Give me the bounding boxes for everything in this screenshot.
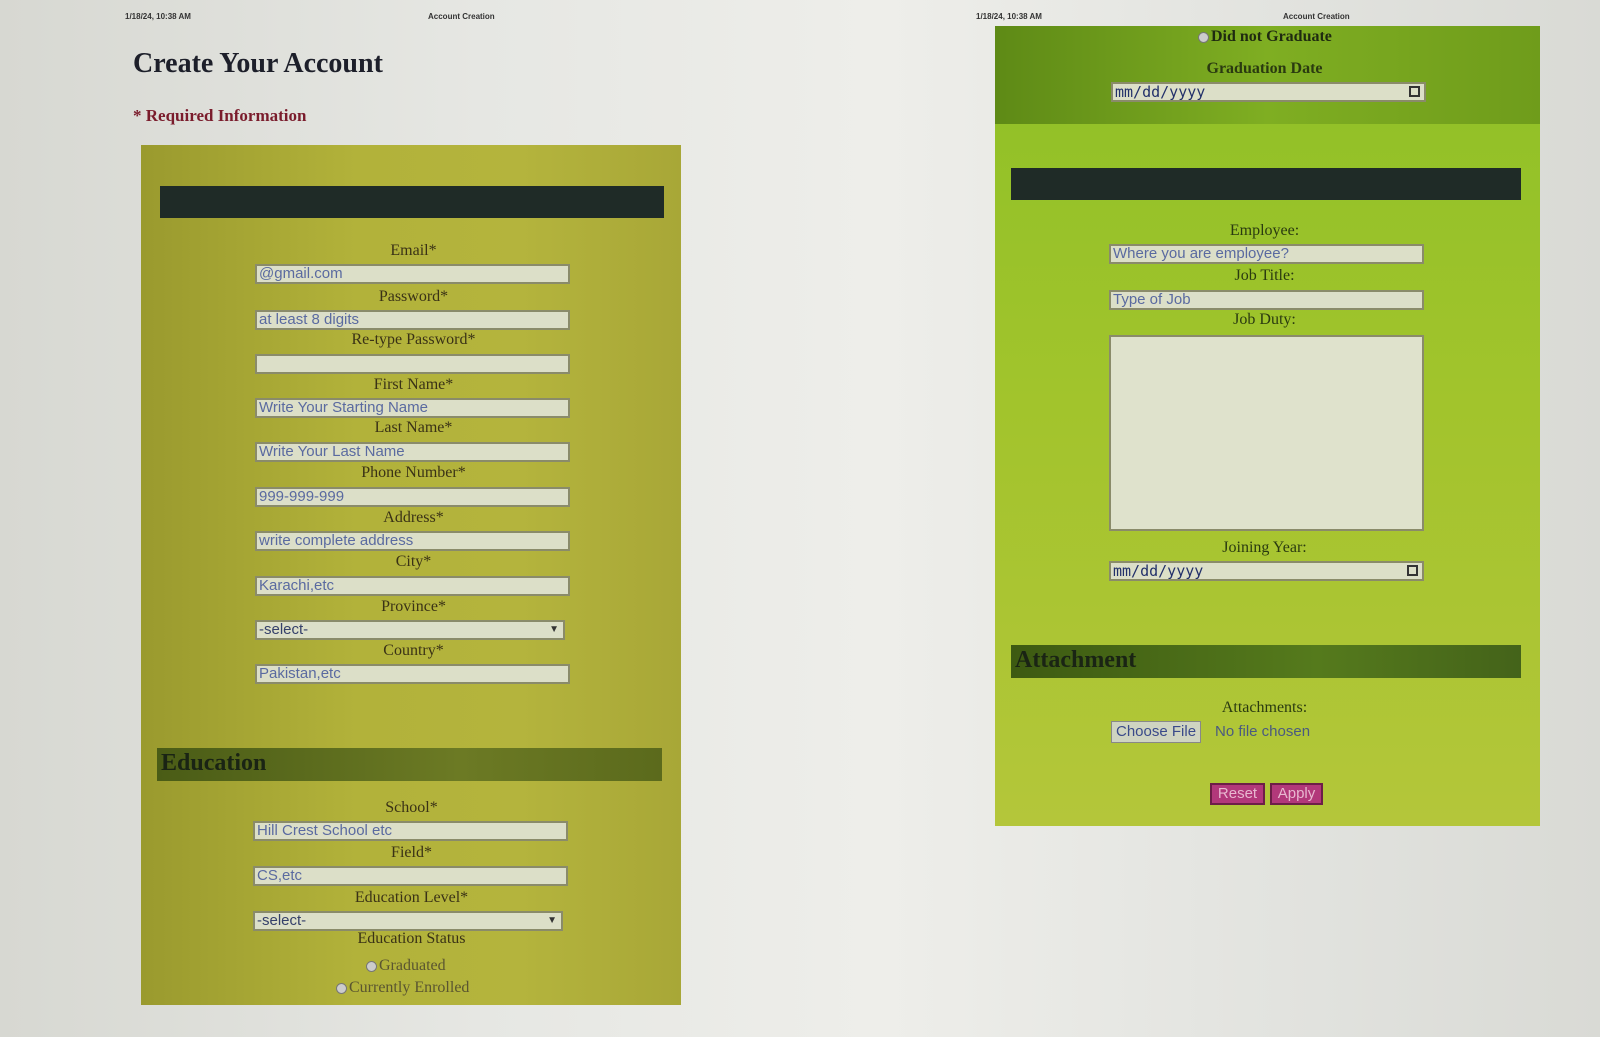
account-form-panel: Email* @gmail.com Password* at least 8 d… — [141, 145, 681, 1005]
school-label: School* — [385, 799, 438, 816]
education-section-bar: Education — [157, 748, 662, 781]
job-title-label: Job Title: — [1234, 267, 1295, 284]
education-level-label: Education Level* — [354, 889, 469, 906]
education-status-label: Education Status — [357, 930, 466, 947]
radio-circle-icon[interactable] — [1198, 31, 1209, 43]
country-label: Country* — [383, 642, 444, 659]
education-title: Education — [161, 750, 267, 776]
attachment-title: Attachment — [1015, 647, 1137, 673]
graduation-date-label: Graduation Date — [1206, 60, 1323, 77]
first-name-label: First Name* — [373, 376, 454, 393]
employment-header-bar — [1011, 168, 1521, 200]
print-title-right: Account Creation — [1283, 12, 1350, 21]
joining-year-value: mm/dd/yyyy — [1113, 562, 1204, 580]
last-name-field[interactable]: Write Your Last Name — [255, 442, 570, 462]
chevron-down-icon: ▼ — [549, 624, 559, 635]
employment-panel: Employee: Where you are employee? Job Ti… — [995, 124, 1540, 826]
graduation-date-value: mm/dd/yyyy — [1115, 83, 1206, 101]
graduation-panel: Did not Graduate Graduation Date mm/dd/y… — [995, 26, 1540, 124]
radio-graduated[interactable]: Graduated — [366, 957, 446, 975]
radio-currently-enrolled-label: Currently Enrolled — [349, 979, 470, 996]
joining-year-field[interactable]: mm/dd/yyyy — [1109, 561, 1424, 581]
form-header-bar — [160, 186, 664, 218]
field-field[interactable]: CS,etc — [253, 866, 568, 886]
radio-circle-icon[interactable] — [336, 982, 347, 994]
first-name-field[interactable]: Write Your Starting Name — [255, 398, 570, 418]
city-label: City* — [395, 553, 432, 570]
file-status-text: No file chosen — [1215, 723, 1311, 740]
page-title: Create Your Account — [133, 48, 383, 79]
email-field[interactable]: @gmail.com — [255, 264, 570, 284]
email-label: Email* — [390, 242, 437, 259]
radio-currently-enrolled[interactable]: Currently Enrolled — [336, 979, 469, 997]
last-name-label: Last Name* — [374, 419, 453, 436]
password-field[interactable]: at least 8 digits — [255, 310, 570, 330]
school-field[interactable]: Hill Crest School etc — [253, 821, 568, 841]
city-field[interactable]: Karachi,etc — [255, 576, 570, 596]
radio-did-not-graduate-label: Did not Graduate — [1211, 28, 1332, 45]
job-duty-label: Job Duty: — [1233, 311, 1296, 328]
province-selected-value: -select- — [259, 621, 309, 638]
print-date-right: 1/18/24, 10:38 AM — [976, 12, 1042, 21]
attachments-label: Attachments: — [1221, 699, 1308, 716]
employee-field[interactable]: Where you are employee? — [1109, 244, 1424, 264]
education-level-select[interactable]: -select- ▼ — [253, 911, 563, 931]
radio-graduated-label: Graduated — [379, 957, 446, 974]
country-field[interactable]: Pakistan,etc — [255, 664, 570, 684]
choose-file-button[interactable]: Choose File — [1111, 721, 1202, 743]
password-label: Password* — [378, 288, 449, 305]
address-field[interactable]: write complete address — [255, 531, 570, 551]
phone-field[interactable]: 999-999-999 — [255, 487, 570, 507]
phone-label: Phone Number* — [361, 464, 466, 481]
radio-did-not-graduate[interactable]: Did not Graduate — [1198, 28, 1332, 46]
required-note: * Required Information — [133, 106, 307, 125]
field-label: Field* — [391, 844, 432, 861]
address-label: Address* — [383, 509, 444, 526]
education-level-selected-value: -select- — [257, 912, 307, 929]
retype-password-label: Re-type Password* — [351, 331, 476, 348]
print-title-left: Account Creation — [428, 12, 495, 21]
print-date-left: 1/18/24, 10:38 AM — [125, 12, 191, 21]
radio-circle-icon[interactable] — [366, 960, 377, 972]
employee-label: Employee: — [1229, 222, 1300, 239]
province-label: Province* — [381, 598, 446, 615]
joining-year-label: Joining Year: — [1222, 539, 1307, 556]
job-title-field[interactable]: Type of Job — [1109, 290, 1424, 310]
calendar-icon[interactable] — [1407, 565, 1418, 576]
job-duty-textarea[interactable] — [1109, 335, 1424, 531]
chevron-down-icon: ▼ — [547, 915, 557, 926]
reset-button[interactable]: Reset — [1210, 783, 1265, 805]
province-select[interactable]: -select- ▼ — [255, 620, 565, 640]
graduation-date-field[interactable]: mm/dd/yyyy — [1111, 82, 1426, 102]
retype-password-field[interactable] — [255, 354, 570, 374]
calendar-icon[interactable] — [1409, 86, 1420, 97]
attachment-section-bar: Attachment — [1011, 645, 1521, 678]
apply-button[interactable]: Apply — [1270, 783, 1323, 805]
